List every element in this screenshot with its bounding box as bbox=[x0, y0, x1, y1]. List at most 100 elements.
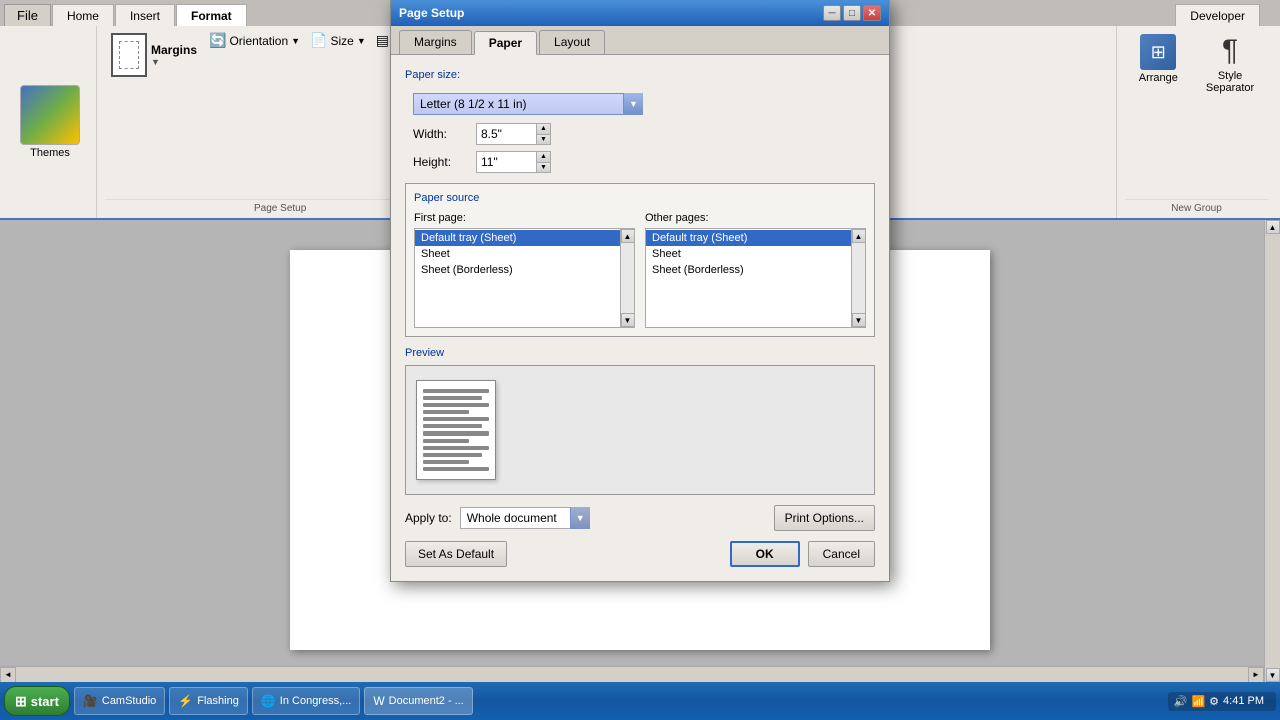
style-sep-label: Style Separator bbox=[1206, 70, 1254, 94]
scroll-right-arrow[interactable]: ► bbox=[1248, 667, 1264, 683]
margins-inner bbox=[119, 41, 139, 69]
width-spinner-buttons: ▲ ▼ bbox=[536, 123, 551, 145]
set-as-default-button[interactable]: Set As Default bbox=[405, 541, 507, 567]
preview-line-10 bbox=[423, 453, 482, 457]
ok-button[interactable]: OK bbox=[730, 541, 800, 567]
height-spinner[interactable]: ▲ ▼ bbox=[476, 151, 551, 173]
preview-label: Preview bbox=[405, 347, 875, 359]
height-down[interactable]: ▼ bbox=[537, 163, 550, 173]
style-sep-icon: ¶ bbox=[1222, 34, 1238, 68]
tab-paper[interactable]: Paper bbox=[474, 31, 537, 55]
apply-to-dropdown[interactable]: Whole document This section ▼ bbox=[460, 507, 590, 529]
camstudio-label: CamStudio bbox=[102, 695, 156, 707]
start-windows-icon: ⊞ bbox=[15, 693, 27, 710]
scroll-down-arrow[interactable]: ▼ bbox=[1266, 668, 1280, 682]
height-field[interactable] bbox=[476, 151, 536, 173]
width-spinner[interactable]: ▲ ▼ bbox=[476, 123, 551, 145]
taskbar-item-flashing[interactable]: ⚡ Flashing bbox=[169, 687, 248, 715]
horizontal-scrollbar[interactable]: ◄ ► bbox=[0, 666, 1264, 682]
other-pages-label: Other pages: bbox=[645, 212, 866, 224]
size-icon: 📄 bbox=[310, 32, 327, 49]
maximize-button[interactable]: □ bbox=[843, 5, 861, 21]
paper-size-arrow[interactable]: ▼ bbox=[623, 93, 643, 115]
congress-icon: 🌐 bbox=[261, 694, 276, 708]
tab-home[interactable]: Home bbox=[52, 4, 114, 26]
other-pages-scroll-down[interactable]: ▼ bbox=[852, 313, 866, 327]
size-arrow: ▼ bbox=[357, 36, 366, 46]
dialog-titlebar: Page Setup ─ □ ✕ bbox=[391, 0, 889, 26]
margins-button[interactable]: Margins ▼ bbox=[105, 30, 203, 80]
vertical-scrollbar[interactable]: ▲ ▼ bbox=[1264, 220, 1280, 682]
paper-size-select-row: Letter (8 1/2 x 11 in) ▼ bbox=[413, 93, 875, 115]
preview-line-2 bbox=[423, 396, 482, 400]
orientation-button[interactable]: 🔄 Orientation ▼ bbox=[205, 30, 304, 51]
print-options-button[interactable]: Print Options... bbox=[774, 505, 875, 531]
cancel-button[interactable]: Cancel bbox=[808, 541, 875, 567]
paper-size-dropdown[interactable]: Letter (8 1/2 x 11 in) ▼ bbox=[413, 93, 643, 115]
size-button[interactable]: 📄 Size ▼ bbox=[306, 30, 370, 51]
preview-page bbox=[416, 380, 496, 480]
scroll-up-arrow[interactable]: ▲ bbox=[1266, 220, 1280, 234]
size-label: Size bbox=[331, 34, 354, 48]
page-setup-dialog: Page Setup ─ □ ✕ Margins Paper Layout Pa… bbox=[390, 0, 890, 582]
tab-developer[interactable]: Developer bbox=[1175, 4, 1260, 26]
style-separator-button[interactable]: ¶ Style Separator bbox=[1198, 30, 1262, 98]
first-page-label: First page: bbox=[414, 212, 635, 224]
width-up[interactable]: ▲ bbox=[537, 124, 550, 135]
arrange-button[interactable]: ⊞ Arrange bbox=[1131, 30, 1186, 88]
other-pages-item-0[interactable]: Default tray (Sheet) bbox=[646, 230, 865, 246]
taskbar-clock: 4:41 PM bbox=[1223, 695, 1270, 707]
first-page-scroll-down[interactable]: ▼ bbox=[621, 313, 635, 327]
height-label: Height: bbox=[413, 155, 468, 169]
first-page-item-2[interactable]: Sheet (Borderless) bbox=[415, 262, 634, 278]
other-pages-column: Other pages: Default tray (Sheet) Sheet … bbox=[645, 212, 866, 328]
tab-format[interactable]: Format bbox=[176, 4, 247, 26]
paper-size-select[interactable]: Letter (8 1/2 x 11 in) bbox=[413, 93, 643, 115]
height-up[interactable]: ▲ bbox=[537, 152, 550, 163]
other-pages-list-inner: Default tray (Sheet) Sheet Sheet (Border… bbox=[646, 229, 865, 279]
start-button[interactable]: ⊞ start bbox=[4, 686, 70, 716]
tray-icon-2: 📶 bbox=[1191, 695, 1205, 708]
taskbar-item-camstudio[interactable]: 🎥 CamStudio bbox=[74, 687, 165, 715]
minimize-button[interactable]: ─ bbox=[823, 5, 841, 21]
other-pages-item-2[interactable]: Sheet (Borderless) bbox=[646, 262, 865, 278]
other-pages-scroll-up[interactable]: ▲ bbox=[852, 229, 866, 243]
preview-line-4 bbox=[423, 410, 469, 414]
paper-size-row: Paper size: bbox=[405, 69, 875, 87]
width-down[interactable]: ▼ bbox=[537, 135, 550, 145]
themes-icon bbox=[20, 85, 80, 145]
taskbar: ⊞ start 🎥 CamStudio ⚡ Flashing 🌐 In Cong… bbox=[0, 682, 1280, 720]
close-button[interactable]: ✕ bbox=[863, 5, 881, 21]
congress-label: In Congress,... bbox=[280, 695, 352, 707]
taskbar-item-document[interactable]: W Document2 - ... bbox=[364, 687, 473, 715]
apply-to-arrow[interactable]: ▼ bbox=[570, 507, 590, 529]
first-page-list[interactable]: Default tray (Sheet) Sheet Sheet (Border… bbox=[414, 228, 635, 328]
tab-file[interactable]: File bbox=[4, 4, 51, 26]
columns-icon: ▤ bbox=[376, 32, 389, 49]
taskbar-item-congress[interactable]: 🌐 In Congress,... bbox=[252, 687, 361, 715]
height-spinner-buttons: ▲ ▼ bbox=[536, 151, 551, 173]
other-pages-list[interactable]: Default tray (Sheet) Sheet Sheet (Border… bbox=[645, 228, 866, 328]
paper-source-grid: First page: Default tray (Sheet) Sheet S… bbox=[414, 212, 866, 328]
dialog-title: Page Setup bbox=[399, 6, 464, 20]
preview-line-9 bbox=[423, 446, 489, 450]
margins-text: Margins ▼ bbox=[151, 43, 197, 67]
tab-margins[interactable]: Margins bbox=[399, 30, 472, 54]
preview-section: Preview bbox=[405, 347, 875, 495]
first-page-item-1[interactable]: Sheet bbox=[415, 246, 634, 262]
scroll-left-arrow[interactable]: ◄ bbox=[0, 667, 16, 683]
preview-line-1 bbox=[423, 389, 489, 393]
width-field[interactable] bbox=[476, 123, 536, 145]
tab-insert[interactable]: Insert bbox=[115, 4, 175, 26]
tab-layout[interactable]: Layout bbox=[539, 30, 605, 54]
clock-time: 4:41 PM bbox=[1223, 695, 1264, 707]
system-tray-icons: 🔊 📶 ⚙ 4:41 PM bbox=[1168, 692, 1276, 711]
first-page-scroll-up[interactable]: ▲ bbox=[621, 229, 635, 243]
width-row: Width: ▲ ▼ bbox=[413, 123, 875, 145]
width-label: Width: bbox=[413, 127, 468, 141]
margins-label: Margins bbox=[151, 43, 197, 57]
themes-button[interactable]: Themes bbox=[12, 81, 88, 163]
first-page-item-0[interactable]: Default tray (Sheet) bbox=[415, 230, 634, 246]
preview-line-3 bbox=[423, 403, 489, 407]
other-pages-item-1[interactable]: Sheet bbox=[646, 246, 865, 262]
